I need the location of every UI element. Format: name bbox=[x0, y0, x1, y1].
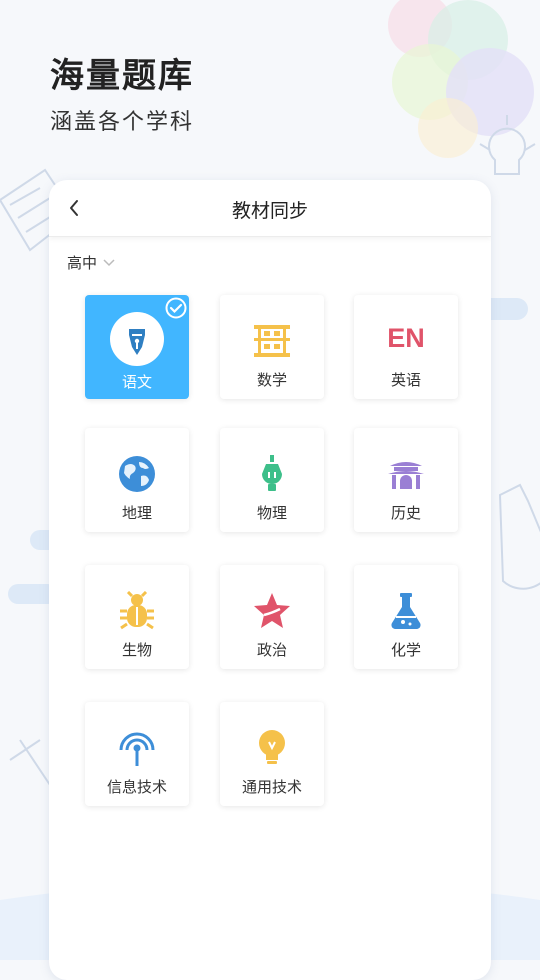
subject-label: 化学 bbox=[390, 641, 421, 659]
lightbulb-plug-icon bbox=[262, 455, 282, 491]
subject-tile-biology[interactable]: 生物 bbox=[85, 565, 189, 669]
subject-tile-politics[interactable]: 政治 bbox=[220, 565, 324, 669]
subject-label: 语文 bbox=[121, 373, 152, 391]
subject-tile-english[interactable]: EN 英语 bbox=[354, 295, 458, 399]
hero-subtitle: 涵盖各个学科 bbox=[50, 110, 195, 135]
page-title: 教材同步 bbox=[231, 200, 308, 222]
subject-label: 生物 bbox=[121, 641, 152, 659]
card-header: 教材同步 bbox=[49, 180, 491, 237]
subject-label: 通用技术 bbox=[241, 778, 302, 796]
bug-icon bbox=[120, 591, 154, 630]
bulb-icon bbox=[259, 730, 285, 764]
globe-icon bbox=[119, 456, 155, 492]
hero-title: 海量题库 bbox=[50, 56, 194, 96]
grade-dropdown-label: 高中 bbox=[67, 254, 98, 272]
subject-tile-general-technology[interactable]: 通用技术 bbox=[220, 702, 324, 806]
subject-tile-math[interactable]: 数学 bbox=[220, 295, 324, 399]
pen-nib-icon bbox=[110, 312, 164, 366]
abacus-icon bbox=[254, 325, 290, 357]
signal-antenna-icon bbox=[119, 732, 155, 766]
check-badge-icon bbox=[165, 297, 187, 319]
subject-tile-chinese[interactable]: 语文 bbox=[85, 295, 189, 399]
subject-label: 英语 bbox=[390, 371, 421, 389]
flask-icon bbox=[391, 593, 421, 629]
subject-label: 物理 bbox=[256, 504, 287, 522]
subject-label: 数学 bbox=[256, 371, 287, 389]
subject-label: 政治 bbox=[256, 641, 287, 659]
star-icon bbox=[254, 593, 290, 628]
subject-label: 地理 bbox=[121, 504, 152, 522]
subject-tile-geography[interactable]: 地理 bbox=[85, 428, 189, 532]
subject-label: 信息技术 bbox=[106, 778, 167, 796]
grade-dropdown[interactable]: 高中 bbox=[67, 252, 116, 273]
en-text-icon: EN bbox=[387, 323, 425, 353]
pagoda-icon bbox=[388, 462, 424, 489]
chevron-down-icon bbox=[103, 258, 115, 266]
subject-tile-chemistry[interactable]: 化学 bbox=[354, 565, 458, 669]
subject-label: 历史 bbox=[390, 504, 421, 522]
subject-tile-physics[interactable]: 物理 bbox=[220, 428, 324, 532]
subject-card: 教材同步 高中 语文 数学 EN 英语 地理 物理 历史 生物 政治 化学 信息… bbox=[49, 180, 491, 980]
subject-tile-history[interactable]: 历史 bbox=[354, 428, 458, 532]
subject-tile-information-technology[interactable]: 信息技术 bbox=[85, 702, 189, 806]
